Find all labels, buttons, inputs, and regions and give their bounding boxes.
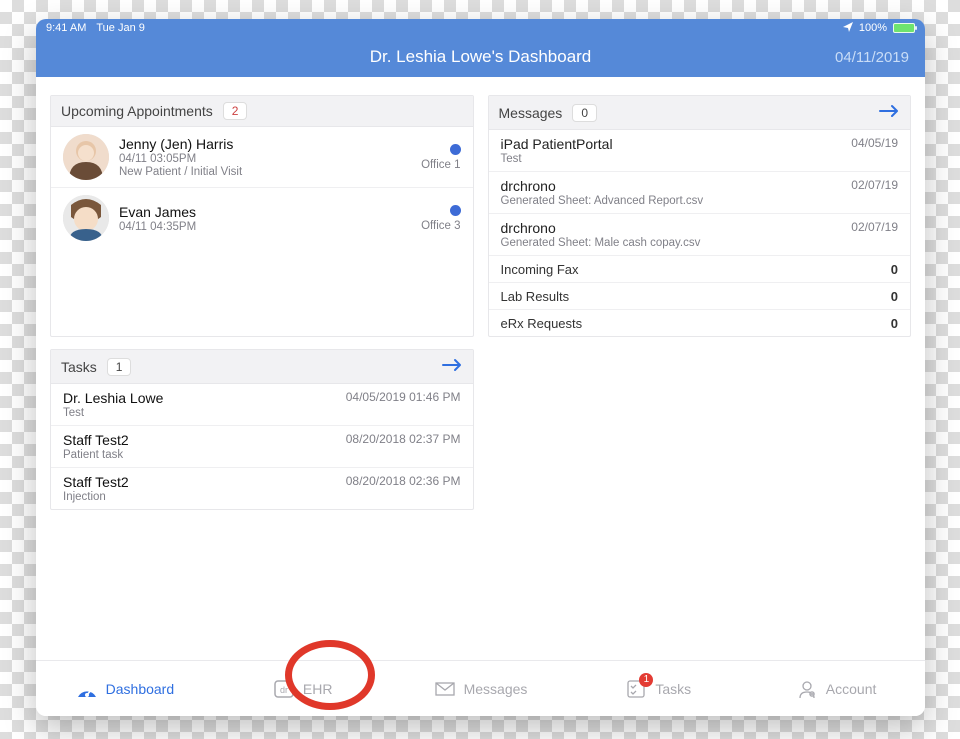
message-title: drchrono [501,220,701,236]
checklist-icon: 1 [625,679,647,699]
appointment-row[interactable]: Jenny (Jen) Harris 04/11 03:05PM New Pat… [51,127,473,188]
task-assignee: Staff Test2 [63,432,336,448]
avatar [63,195,109,241]
task-note: Test [63,407,336,419]
message-category-row[interactable]: eRx Requests 0 [489,310,911,337]
appointment-office: Office 1 [421,159,460,171]
envelope-icon [434,679,456,699]
tasks-title: Tasks [61,359,97,375]
appointment-time: 04/11 03:05PM [119,153,411,165]
messages-list: iPad PatientPortal Test 04/05/19 drchron… [489,130,911,337]
device-frame: 9:41 AM Tue Jan 9 100% Dr. Leshia Lowe's… [36,19,925,716]
tab-label: EHR [303,681,333,697]
task-note: Injection [63,491,336,503]
message-row[interactable]: drchrono Generated Sheet: Advanced Repor… [489,172,911,214]
dashboard-content: Upcoming Appointments 2 Jenny (Jen) Harr… [36,77,925,660]
battery-icon [893,23,915,33]
tab-label: Messages [464,681,528,697]
messages-header: Messages 0 [489,96,911,130]
appointment-name: Evan James [119,204,411,220]
appointments-header: Upcoming Appointments 2 [51,96,473,127]
tab-messages[interactable]: Messages [392,661,570,716]
tasks-badge: 1 [639,673,653,687]
avatar [63,134,109,180]
task-date: 08/20/2018 02:36 PM [346,474,461,488]
message-row[interactable]: iPad PatientPortal Test 04/05/19 [489,130,911,172]
appointment-office: Office 3 [421,220,460,232]
tasks-card: Tasks 1 Dr. Leshia Lowe Test 04/05/2019 … [50,349,474,510]
messages-arrow-icon[interactable] [878,102,900,123]
status-dot-icon [450,205,461,216]
account-icon [796,679,818,699]
task-date: 04/05/2019 01:46 PM [346,390,461,404]
task-row[interactable]: Staff Test2 Injection 08/20/2018 02:36 P… [51,468,473,509]
tasks-header: Tasks 1 [51,350,473,384]
message-title: drchrono [501,178,704,194]
tab-dashboard[interactable]: Dashboard [36,661,214,716]
task-row[interactable]: Dr. Leshia Lowe Test 04/05/2019 01:46 PM [51,384,473,426]
page-title: Dr. Leshia Lowe's Dashboard [370,47,592,67]
nav-header: Dr. Leshia Lowe's Dashboard 04/11/2019 [36,37,925,77]
tasks-count: 1 [107,358,132,376]
message-sub: Generated Sheet: Advanced Report.csv [501,195,704,207]
message-title: iPad PatientPortal [501,136,613,152]
tabbar: Dashboard dr EHR Messages 1 Tasks Acc [36,660,925,716]
status-time: 9:41 AM [46,22,86,34]
appointments-title: Upcoming Appointments [61,103,213,119]
category-count: 0 [891,262,898,277]
appointment-type: New Patient / Initial Visit [119,166,411,178]
task-assignee: Dr. Leshia Lowe [63,390,336,406]
appointment-row[interactable]: Evan James 04/11 04:35PM Office 3 [51,188,473,248]
tab-ehr[interactable]: dr EHR [214,661,392,716]
tab-label: Tasks [655,681,691,697]
status-date: Tue Jan 9 [96,22,145,34]
appointment-name: Jenny (Jen) Harris [119,136,411,152]
appointments-count: 2 [223,102,248,120]
tab-tasks[interactable]: 1 Tasks [569,661,747,716]
message-date: 02/07/19 [851,178,898,192]
task-date: 08/20/2018 02:37 PM [346,432,461,446]
message-row[interactable]: drchrono Generated Sheet: Male cash copa… [489,214,911,256]
message-sub: Generated Sheet: Male cash copay.csv [501,237,701,249]
tab-label: Dashboard [106,681,175,697]
category-label: eRx Requests [501,316,583,331]
appointments-card: Upcoming Appointments 2 Jenny (Jen) Harr… [50,95,474,337]
tab-account[interactable]: Account [747,661,925,716]
svg-text:dr: dr [280,685,288,695]
tab-label: Account [826,681,877,697]
tasks-list: Dr. Leshia Lowe Test 04/05/2019 01:46 PM… [51,384,473,509]
message-date: 02/07/19 [851,220,898,234]
tasks-arrow-icon[interactable] [441,356,463,377]
task-assignee: Staff Test2 [63,474,336,490]
task-row[interactable]: Staff Test2 Patient task 08/20/2018 02:3… [51,426,473,468]
header-date[interactable]: 04/11/2019 [835,37,909,77]
category-count: 0 [891,316,898,331]
messages-title: Messages [499,105,563,121]
gauge-icon [76,679,98,699]
category-label: Lab Results [501,289,570,304]
messages-count: 0 [572,104,597,122]
messages-card: Messages 0 iPad PatientPortal Test 04/05… [488,95,912,337]
ehr-icon: dr [273,679,295,699]
status-bar: 9:41 AM Tue Jan 9 100% [36,19,925,37]
message-category-row[interactable]: Lab Results 0 [489,283,911,310]
appointments-list: Jenny (Jen) Harris 04/11 03:05PM New Pat… [51,127,473,248]
message-sub: Test [501,153,613,165]
status-dot-icon [450,144,461,155]
status-battery: 100% [859,22,887,34]
appointment-time: 04/11 04:35PM [119,221,411,233]
task-note: Patient task [63,449,336,461]
category-count: 0 [891,289,898,304]
location-icon [843,22,853,35]
message-category-row[interactable]: Incoming Fax 0 [489,256,911,283]
message-date: 04/05/19 [851,136,898,150]
category-label: Incoming Fax [501,262,579,277]
